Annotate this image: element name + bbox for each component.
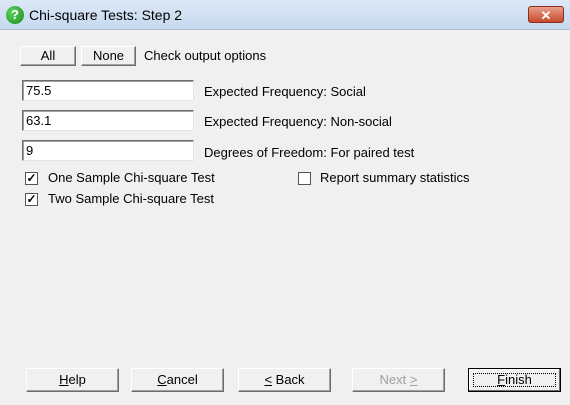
next-button[interactable]: Next > [352,368,445,392]
cancel-label: ancel [166,372,198,387]
expected-frequency-nonsocial-field[interactable]: 63.1 [22,110,194,131]
two-sample-test-label[interactable]: Two Sample Chi-square Test [48,191,214,206]
options-hint: Check output options [144,48,267,63]
degrees-of-freedom-label: Degrees of Freedom: For paired test [204,145,415,160]
close-button[interactable]: ✕ [528,6,564,23]
expected-frequency-nonsocial-label: Expected Frequency: Non-social [204,114,392,129]
help-button[interactable]: Help [26,368,119,392]
focus-ring [473,373,556,387]
degrees-of-freedom-field[interactable]: 9 [22,140,194,161]
next-label: Next [379,372,410,387]
next-accel: > [409,372,418,387]
report-summary-label[interactable]: Report summary statistics [320,170,470,185]
back-accel: < [264,372,273,387]
expected-frequency-nonsocial-value: 63.1 [26,113,52,128]
select-all-button[interactable]: All [20,46,76,66]
cancel-button[interactable]: Cancel [131,368,224,392]
expected-frequency-social-field[interactable]: 75.5 [22,80,194,101]
select-all-label: All [40,48,56,63]
one-sample-test-label[interactable]: One Sample Chi-square Test [48,170,215,185]
select-none-button[interactable]: None [81,46,136,66]
cancel-accel: C [157,372,167,387]
window-title: Chi-square Tests: Step 2 [29,7,183,23]
back-button[interactable]: < Back [238,368,331,392]
report-summary-checkbox[interactable] [298,172,311,185]
one-sample-test-checkbox[interactable]: ✓ [25,172,38,185]
one-sample-checkmark-icon: ✓ [26,171,37,185]
finish-button[interactable]: Finish [468,368,561,392]
expected-frequency-social-label: Expected Frequency: Social [204,84,366,99]
title-bar[interactable]: ? Chi-square Tests: Step 2 ✕ [0,0,570,30]
select-none-label: None [92,48,125,63]
back-label: Back [272,372,305,387]
help-accel: H [59,372,69,387]
help-question-icon: ? [6,6,24,24]
dialog-window: ? Chi-square Tests: Step 2 ✕ All None Ch… [0,0,570,405]
two-sample-test-checkbox[interactable]: ✓ [25,193,38,206]
degrees-of-freedom-value: 9 [26,143,34,158]
two-sample-checkmark-icon: ✓ [26,192,37,206]
help-label: elp [68,372,86,387]
expected-frequency-social-value: 75.5 [26,83,52,98]
